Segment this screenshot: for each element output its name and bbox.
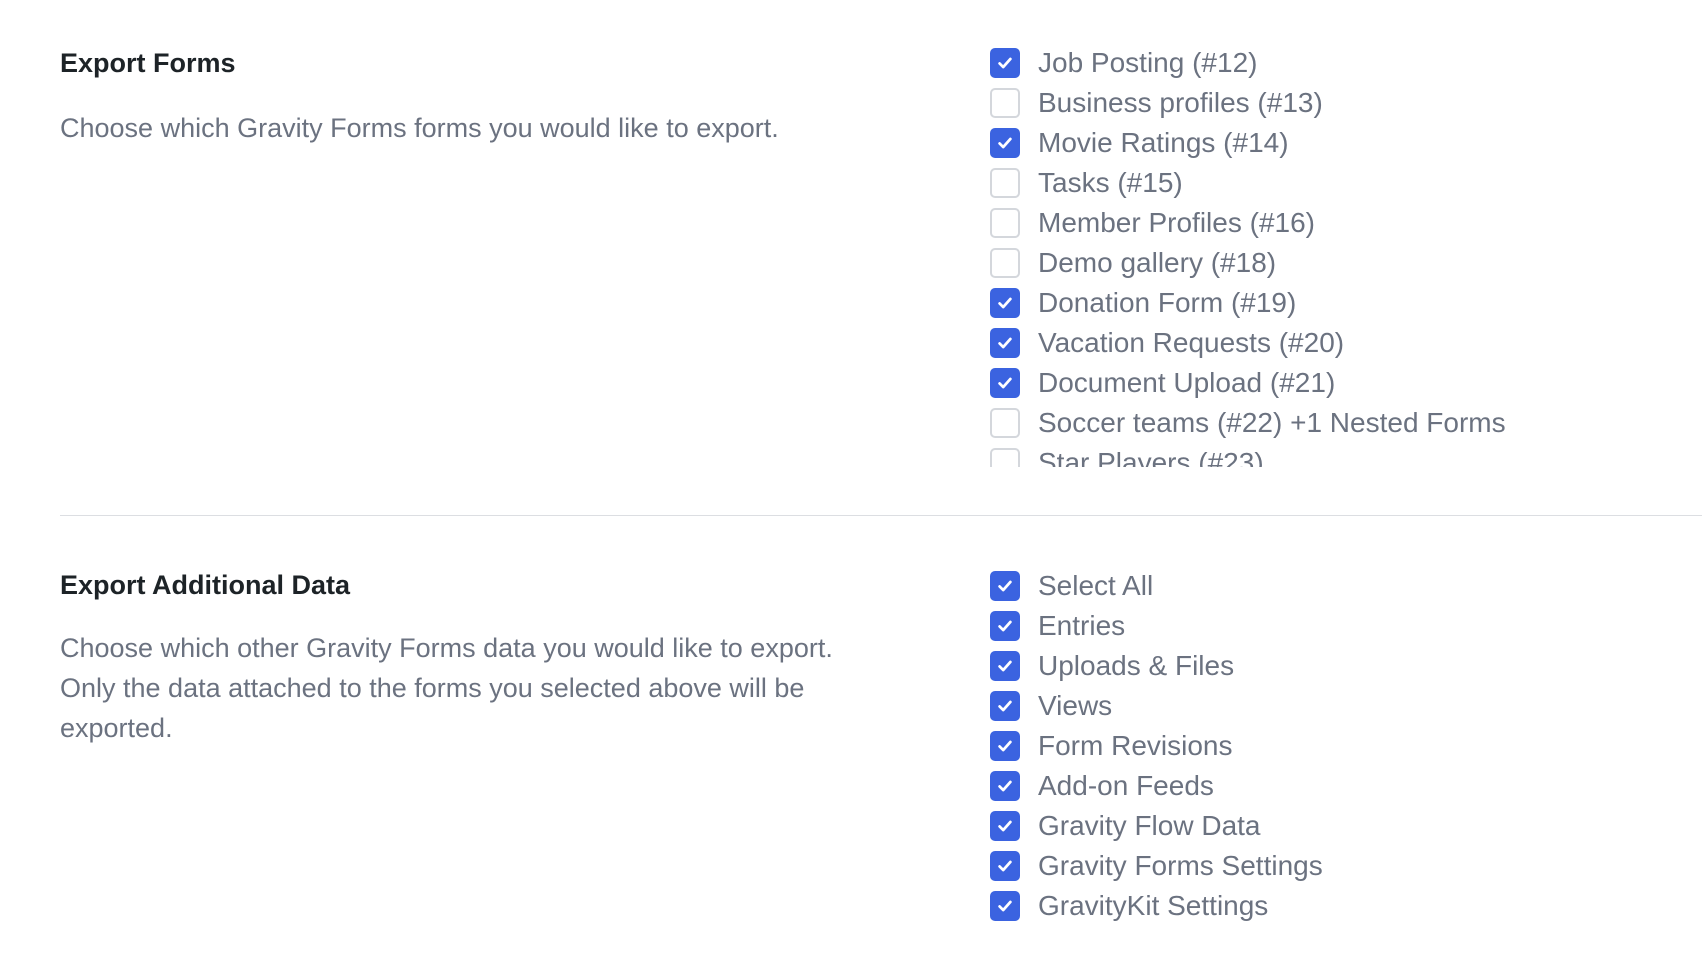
checkbox-row[interactable]: Uploads & Files xyxy=(990,646,1640,686)
checkbox[interactable] xyxy=(990,448,1020,467)
checkmark-icon xyxy=(998,820,1012,832)
checkbox-row[interactable]: Select All xyxy=(990,566,1640,606)
checkbox-row[interactable]: Movie Ratings (#14) xyxy=(990,123,1640,163)
checkbox-row[interactable]: Views xyxy=(990,686,1640,726)
checkbox-row[interactable]: Donation Form (#19) xyxy=(990,283,1640,323)
export-forms-description: Choose which Gravity Forms forms you wou… xyxy=(60,113,779,143)
checkbox-label: Vacation Requests (#20) xyxy=(1038,327,1345,358)
checkbox[interactable] xyxy=(990,88,1020,118)
checkbox[interactable] xyxy=(990,328,1020,358)
checkbox-row[interactable]: Star Players (#23) xyxy=(990,443,1640,467)
checkbox[interactable] xyxy=(990,288,1020,318)
checkbox-label: Document Upload (#21) xyxy=(1038,367,1336,398)
checkbox-row[interactable]: Tasks (#15) xyxy=(990,163,1640,203)
checkbox-label: Star Players (#23) xyxy=(1038,447,1264,467)
checkbox-row[interactable]: Gravity Flow Data xyxy=(990,806,1640,846)
checkbox-label: GravityKit Settings xyxy=(1038,890,1269,921)
checkbox-label: Entries xyxy=(1038,610,1126,641)
checkbox[interactable] xyxy=(990,208,1020,238)
checkbox[interactable] xyxy=(990,691,1020,721)
checkbox-row[interactable]: Business profiles (#13) xyxy=(990,83,1640,123)
checkbox[interactable] xyxy=(990,811,1020,841)
checkmark-icon xyxy=(998,660,1012,672)
forms-checkbox-list[interactable]: Job Posting (#12) Business profiles (#13)… xyxy=(990,43,1640,467)
checkbox-row[interactable]: Member Profiles (#16) xyxy=(990,203,1640,243)
checkbox-label: Job Posting (#12) xyxy=(1038,47,1258,78)
checkmark-icon xyxy=(998,297,1012,309)
checkmark-icon xyxy=(998,860,1012,872)
checkbox-label: Select All xyxy=(1038,570,1154,601)
checkbox-label: Business profiles (#13) xyxy=(1038,87,1323,118)
checkbox-label: Form Revisions xyxy=(1038,730,1233,761)
checkbox[interactable] xyxy=(990,651,1020,681)
checkmark-icon xyxy=(998,900,1012,912)
export-additional-title: Export Additional Data xyxy=(60,570,351,600)
checkbox[interactable] xyxy=(990,611,1020,641)
checkbox-label: Tasks (#15) xyxy=(1038,167,1183,198)
checkbox[interactable] xyxy=(990,128,1020,158)
checkbox-row[interactable]: Form Revisions xyxy=(990,726,1640,766)
checkbox[interactable] xyxy=(990,48,1020,78)
export-additional-description: Choose which other Gravity Forms data yo… xyxy=(60,633,833,743)
checkbox-row[interactable]: Document Upload (#21) xyxy=(990,363,1640,403)
checkbox-label: Demo gallery (#18) xyxy=(1038,247,1277,278)
checkmark-icon xyxy=(998,377,1012,389)
checkbox-row[interactable]: Entries xyxy=(990,606,1640,646)
checkbox-label: Gravity Flow Data xyxy=(1038,810,1261,841)
checkbox[interactable] xyxy=(990,571,1020,601)
checkbox[interactable] xyxy=(990,851,1020,881)
export-forms-title: Export Forms xyxy=(60,48,236,78)
checkmark-icon xyxy=(998,57,1012,69)
checkbox-label: Soccer teams (#22) +1 Nested Forms xyxy=(1038,407,1506,438)
checkbox-row[interactable]: Demo gallery (#18) xyxy=(990,243,1640,283)
checkbox-row[interactable]: Job Posting (#12) xyxy=(990,43,1640,83)
checkbox-row[interactable]: Soccer teams (#22) +1 Nested Forms xyxy=(990,403,1640,443)
checkbox-label: Views xyxy=(1038,690,1113,721)
checkmark-icon xyxy=(998,620,1012,632)
checkbox-label: Uploads & Files xyxy=(1038,650,1235,681)
checkbox-label: Movie Ratings (#14) xyxy=(1038,127,1289,158)
checkbox-label: Add-on Feeds xyxy=(1038,770,1214,801)
checkbox[interactable] xyxy=(990,771,1020,801)
checkbox-row[interactable]: Gravity Forms Settings xyxy=(990,846,1640,886)
checkbox[interactable] xyxy=(990,368,1020,398)
checkbox-row[interactable]: Vacation Requests (#20) xyxy=(990,323,1640,363)
checkbox[interactable] xyxy=(990,731,1020,761)
checkbox[interactable] xyxy=(990,408,1020,438)
checkmark-icon xyxy=(998,580,1012,592)
checkbox-row[interactable]: GravityKit Settings xyxy=(990,886,1640,926)
checkmark-icon xyxy=(998,700,1012,712)
checkbox[interactable] xyxy=(990,168,1020,198)
checkmark-icon xyxy=(998,337,1012,349)
checkbox-row[interactable]: Add-on Feeds xyxy=(990,766,1640,806)
checkmark-icon xyxy=(998,780,1012,792)
checkmark-icon xyxy=(998,740,1012,752)
checkbox-label: Member Profiles (#16) xyxy=(1038,207,1315,238)
checkbox-label: Donation Form (#19) xyxy=(1038,287,1297,318)
checkbox[interactable] xyxy=(990,891,1020,921)
checkbox[interactable] xyxy=(990,248,1020,278)
checkmark-icon xyxy=(998,137,1012,149)
additional-data-checkbox-list[interactable]: Select All Entries Uploads & Files Views For… xyxy=(990,566,1640,966)
checkbox-label: Gravity Forms Settings xyxy=(1038,850,1323,881)
